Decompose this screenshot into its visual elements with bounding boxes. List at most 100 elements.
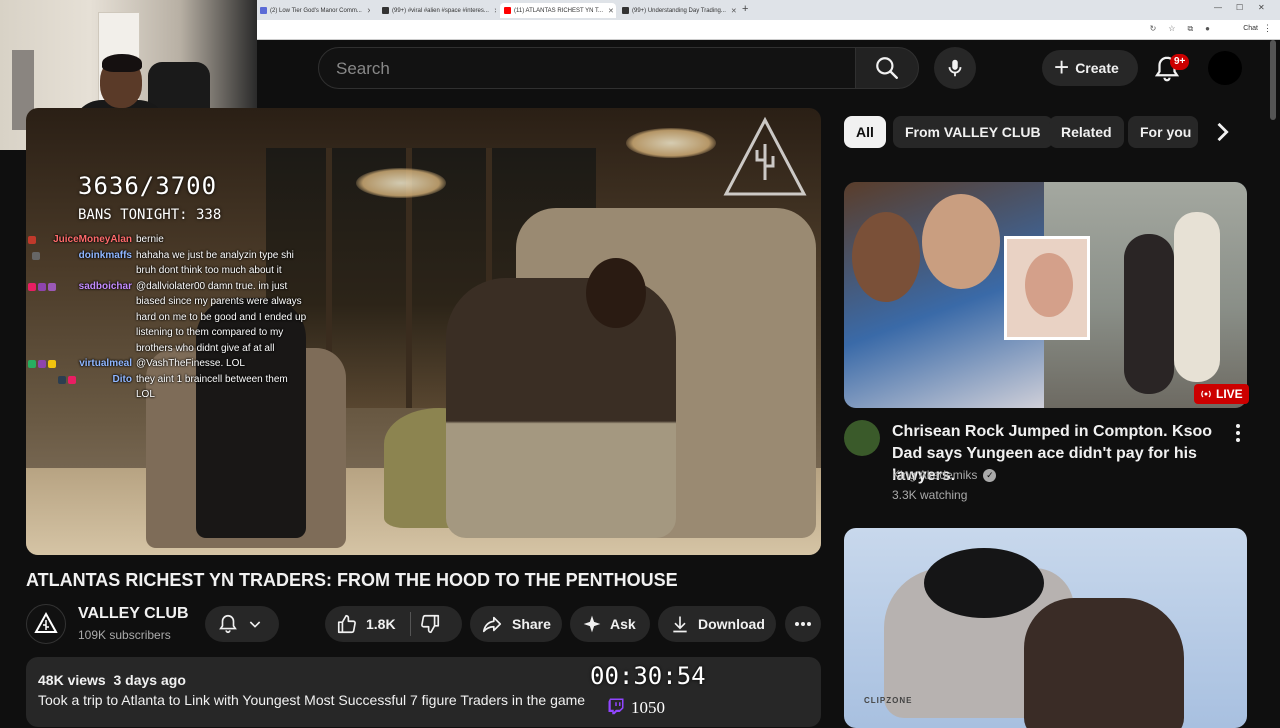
chat-text: listening to them compared to my	[136, 327, 284, 338]
chevron-right-icon[interactable]	[1208, 118, 1236, 146]
create-button[interactable]: + Create	[1042, 50, 1138, 86]
chat-username: Dito	[112, 373, 132, 385]
refresh-icon[interactable]: ↻	[1150, 24, 1157, 34]
live-label: LIVE	[1216, 387, 1243, 401]
recommendation-channel[interactable]: King Akademiks ✓	[892, 468, 997, 482]
chat-badge-icon	[38, 360, 46, 368]
thumbnail-inset	[1004, 236, 1090, 340]
chat-badge-icon	[28, 236, 36, 244]
chat-badge-icons	[28, 236, 36, 244]
like-divider	[409, 612, 411, 636]
search-button[interactable]	[855, 47, 919, 89]
like-dislike-group: 1.8K	[325, 606, 462, 642]
video-person-right	[446, 278, 676, 538]
chat-text: bernie	[136, 234, 164, 245]
thumbnail-person	[852, 212, 920, 302]
maximize-icon[interactable]: ☐	[1236, 3, 1243, 12]
chat-message: virtualmeal @VashTheFinesse. LOL	[28, 356, 338, 372]
chip-from-channel[interactable]: From VALLEY CLUB	[893, 116, 1053, 148]
ask-button[interactable]: Ask	[570, 606, 650, 642]
more-vertical-icon[interactable]	[1230, 423, 1246, 443]
verified-icon: ✓	[983, 468, 997, 482]
create-label: Create	[1075, 60, 1119, 76]
chat-username: sadboichar	[78, 280, 132, 292]
like-count[interactable]: 1.8K	[366, 616, 396, 632]
thumbnail-person	[922, 194, 1000, 289]
chat-message: hard on me to be good and I ended up	[28, 310, 338, 326]
chat-text: @VashTheFinesse. LOL	[136, 358, 245, 369]
dislike-icon[interactable]	[419, 613, 441, 635]
close-window-icon[interactable]: ✕	[1258, 3, 1265, 12]
tab-label: (99+) #viral #alien #space #interes...	[392, 7, 489, 14]
chat-message: JuiceMoneyAlan bernie	[28, 232, 338, 248]
chat-badge-icon	[58, 375, 66, 384]
channel-name[interactable]: VALLEY CLUB	[78, 605, 189, 623]
more-actions-button[interactable]	[785, 606, 821, 642]
chat-message: doinkmaffs hahaha we just be analyzin typ…	[28, 248, 338, 264]
chat-badge-icons	[58, 375, 76, 384]
extensions-icon[interactable]: ⧉	[1187, 24, 1193, 34]
browser-tab-1[interactable]: (2) Low Tier God's Manor Comm... ✕	[256, 3, 370, 18]
video-title: ATLANTAS RICHEST YN TRADERS: FROM THE HO…	[26, 570, 678, 590]
recommendation-thumbnail-2[interactable]: CLIPZONE	[844, 528, 1247, 728]
valley-club-logo-icon	[34, 611, 58, 633]
tab-label: (99+) Understanding Day Trading...	[632, 7, 726, 14]
chat-text: biased since my parents were always	[136, 296, 302, 307]
new-tab-button[interactable]: +	[742, 3, 748, 15]
tab-close-icon[interactable]: ✕	[731, 7, 736, 15]
chip-for-you[interactable]: For you	[1128, 116, 1198, 148]
page-scrollbar[interactable]	[1270, 40, 1276, 120]
video-ceiling-light	[356, 168, 446, 198]
chat-text: they aint 1 braincell between them	[136, 373, 288, 385]
chip-all[interactable]: All	[844, 116, 886, 148]
notification-badge: 9+	[1170, 54, 1190, 70]
chat-message: Dito they aint 1 braincell between them	[28, 372, 338, 388]
chat-text: @dallviolater00 damn true. im just	[136, 280, 288, 292]
tab-favicon-icon	[382, 7, 389, 14]
profile-icon[interactable]: ●	[1205, 24, 1210, 34]
tab-label: (11) ATLANTAS RICHEST YN T...	[514, 7, 604, 14]
recommendation-thumbnail[interactable]	[844, 182, 1247, 408]
tab-favicon-icon	[622, 7, 629, 14]
subscription-bell-button[interactable]	[205, 606, 279, 642]
tab-close-icon[interactable]: ✕	[494, 7, 496, 15]
chat-text: hard on me to be good and I ended up	[136, 311, 307, 323]
voice-search-button[interactable]	[934, 47, 976, 89]
chat-button[interactable]: Chat	[1243, 25, 1258, 32]
channel-avatar[interactable]	[26, 604, 66, 644]
like-icon[interactable]	[336, 613, 358, 635]
chip-related[interactable]: Related	[1049, 116, 1124, 148]
minimize-icon[interactable]: —	[1214, 3, 1222, 12]
recommendation-channel-avatar[interactable]	[844, 420, 880, 456]
search-input[interactable]: Search	[318, 47, 856, 89]
download-label: Download	[698, 616, 765, 632]
download-button[interactable]: Download	[658, 606, 776, 642]
plus-icon: +	[1054, 51, 1070, 82]
tab-close-icon[interactable]: ✕	[608, 7, 614, 15]
tab-close-icon[interactable]: ✕	[367, 7, 370, 15]
search-icon	[876, 57, 898, 79]
chat-message: brothers who didnt give af at all	[28, 341, 338, 357]
chat-username: doinkmaffs	[78, 249, 132, 261]
share-button[interactable]: Share	[470, 606, 562, 642]
chat-text: hahaha we just be analyzin type shi	[136, 249, 294, 261]
browser-tab-2[interactable]: (99+) #viral #alien #space #interes... ✕	[378, 3, 496, 18]
star-icon[interactable]: ☆	[1168, 24, 1175, 34]
browser-tab-3[interactable]: (11) ATLANTAS RICHEST YN T... ✕	[500, 3, 616, 18]
chat-message: biased since my parents were always	[28, 294, 338, 310]
chat-message: bruh dont think too much about it	[28, 263, 338, 279]
chat-username: JuiceMoneyAlan	[53, 234, 132, 245]
chat-badge-icon	[28, 360, 36, 368]
ask-label: Ask	[610, 616, 636, 632]
microphone-icon	[948, 59, 962, 77]
ban-counter: 3636/3700	[78, 172, 218, 200]
share-label: Share	[512, 616, 551, 632]
thumbnail-anime-hair	[924, 548, 1044, 618]
account-avatar[interactable]	[1208, 51, 1242, 85]
bans-tonight: BANS TONIGHT: 338	[78, 207, 222, 223]
browser-menu-icon[interactable]: ⋮	[1263, 23, 1272, 34]
download-icon	[673, 616, 687, 633]
browser-tab-4[interactable]: (99+) Understanding Day Trading... ✕	[618, 3, 736, 18]
chat-username: virtualmeal	[79, 358, 132, 369]
chat-badge-icons	[28, 360, 56, 368]
